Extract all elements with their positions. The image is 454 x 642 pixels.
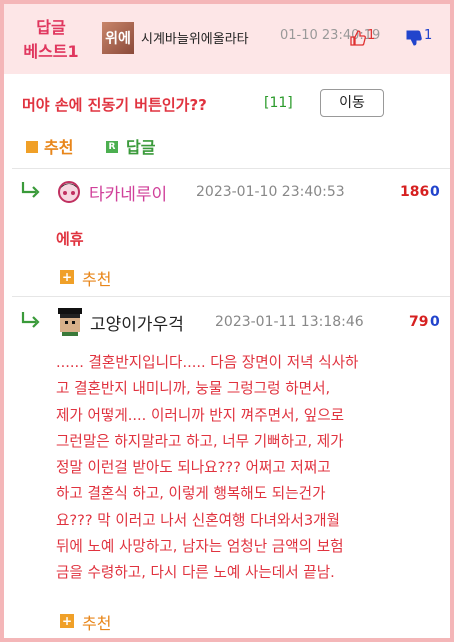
- best-reply-header: 답글 베스트1 위에 시계바늘위에올라타 01-10 23:40:19 1 1: [4, 4, 450, 74]
- move-button[interactable]: 이동: [320, 89, 384, 117]
- recommend-button[interactable]: 추천: [44, 134, 73, 158]
- divider: [12, 168, 450, 169]
- comment-downvotes: 0: [430, 184, 440, 200]
- comment-recommend-button[interactable]: 추천: [82, 610, 111, 634]
- plus-icon: [26, 141, 38, 153]
- comment-timestamp: 2023-01-10 23:40:53: [196, 184, 345, 200]
- thumbs-up-icon[interactable]: [350, 30, 366, 46]
- comment-timestamp: 2023-01-11 13:18:46: [215, 314, 364, 330]
- reply-arrow-icon: [21, 182, 40, 198]
- reply-button[interactable]: 답글: [126, 134, 155, 158]
- reply-count: [11]: [264, 95, 293, 111]
- comment-downvotes: 0: [430, 314, 440, 330]
- comment-body: ...... 결혼반지입니다..... 다음 장면이 저녁 식사하 고 결혼반지…: [56, 354, 359, 582]
- comment-body: 에휴: [56, 230, 84, 248]
- upvote-count: 1: [367, 28, 376, 43]
- post-title[interactable]: 머야 손에 진동기 버튼인가??: [22, 94, 207, 115]
- avatar[interactable]: [56, 179, 82, 205]
- plus-icon: +: [60, 270, 74, 284]
- reply-icon: R: [106, 141, 118, 153]
- best-reply-badge: 답글 베스트1: [23, 18, 79, 61]
- username[interactable]: 시계바늘위에올라타: [141, 28, 249, 47]
- reply-arrow-icon: [21, 312, 40, 328]
- downvote-count: 1: [424, 28, 433, 43]
- avatar[interactable]: [56, 306, 84, 336]
- comment-upvotes: 186: [400, 184, 430, 200]
- plus-icon: +: [60, 614, 74, 628]
- comment-upvotes: 79: [409, 314, 429, 330]
- reply-panel: 답글 베스트1 위에 시계바늘위에올라타 01-10 23:40:19 1 1 …: [0, 0, 454, 642]
- comment-recommend-button[interactable]: 추천: [82, 266, 111, 290]
- comment-username[interactable]: 고양이가우걱: [90, 310, 184, 335]
- comment-username[interactable]: 타카네루이: [89, 180, 167, 205]
- divider: [12, 296, 450, 297]
- thumbs-down-icon[interactable]: [406, 30, 422, 46]
- avatar[interactable]: 위에: [102, 22, 134, 54]
